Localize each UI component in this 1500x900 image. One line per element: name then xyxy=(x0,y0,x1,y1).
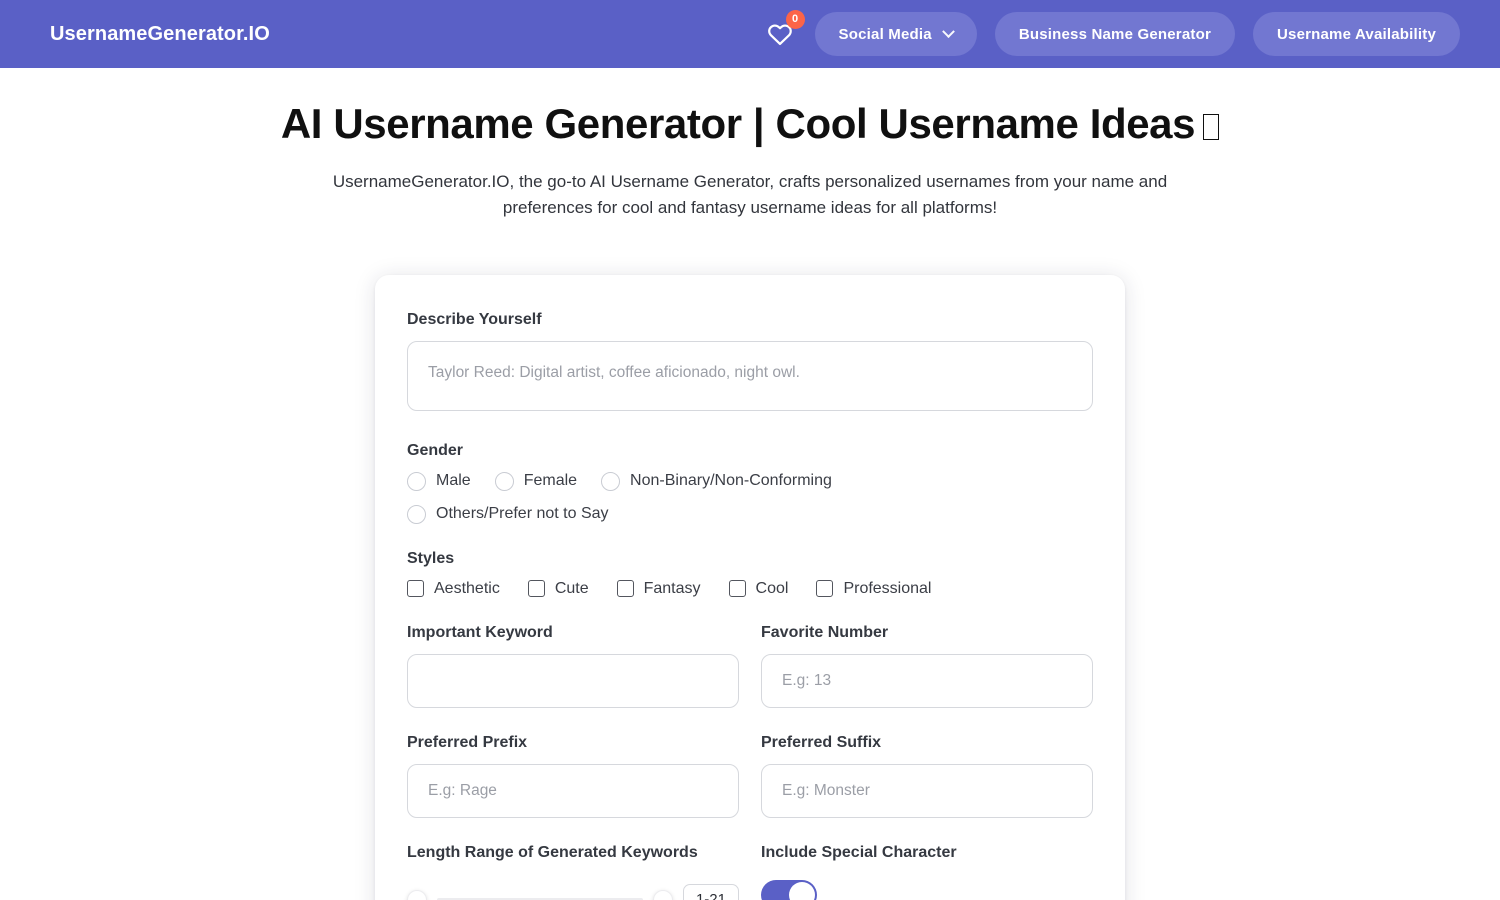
length-range-slider[interactable]: 1-21 xyxy=(407,880,739,900)
style-option-aesthetic-label: Aesthetic xyxy=(434,579,500,597)
important-keyword-group: Important Keyword xyxy=(407,624,739,708)
gender-option-female-label: Female xyxy=(523,472,578,490)
favorite-number-input[interactable] xyxy=(761,653,1093,708)
preferred-prefix-label: Preferred Prefix xyxy=(407,733,528,751)
page-title-text: AI Username Generator | Cool Username Id… xyxy=(280,100,1196,147)
style-option-cool[interactable]: Cool xyxy=(728,579,789,598)
username-generator-form: Describe Yourself Gender Male Female Non… xyxy=(375,274,1125,900)
preferred-suffix-group: Preferred Suffix xyxy=(761,734,1093,818)
style-option-aesthetic[interactable]: Aesthetic xyxy=(407,580,500,598)
radio-icon xyxy=(601,471,621,491)
style-option-cool-label: Cool xyxy=(755,579,789,597)
checkbox-icon xyxy=(616,580,634,598)
length-range-group: Length Range of Generated Keywords 1-21 xyxy=(407,844,739,900)
favorite-number-group: Favorite Number xyxy=(761,624,1093,708)
prefix-suffix-row: Preferred Prefix Preferred Suffix xyxy=(407,734,1093,818)
style-option-cute-label: Cute xyxy=(554,579,589,597)
slider-handle-max[interactable] xyxy=(652,889,673,900)
nav-username-availability-button[interactable]: Username Availability xyxy=(1253,12,1460,56)
radio-icon xyxy=(494,471,514,491)
styles-group: Styles Aesthetic Cute Fantasy Cool Profe… xyxy=(407,550,1093,598)
styles-label: Styles xyxy=(407,549,455,567)
important-keyword-label: Important Keyword xyxy=(407,623,553,641)
favorites-button[interactable]: 0 xyxy=(763,10,805,51)
checkbox-icon xyxy=(407,580,424,598)
navbar-actions: 0 Social Media Business Name Generator U… xyxy=(763,10,1460,56)
gender-option-male[interactable]: Male xyxy=(407,471,471,491)
special-character-label: Include Special Character xyxy=(761,843,957,861)
describe-yourself-input[interactable] xyxy=(407,340,1093,411)
style-option-professional[interactable]: Professional xyxy=(816,580,931,598)
checkbox-icon xyxy=(816,580,834,598)
special-character-toggle[interactable] xyxy=(761,879,817,900)
favorite-number-label: Favorite Number xyxy=(761,623,889,641)
nav-business-name-generator-label: Business Name Generator xyxy=(1018,25,1211,43)
form-card-wrapper: Describe Yourself Gender Male Female Non… xyxy=(0,274,1500,900)
style-option-cute[interactable]: Cute xyxy=(527,579,589,598)
describe-yourself-label: Describe Yourself xyxy=(407,310,542,328)
hero-section: AI Username Generator | Cool Username Id… xyxy=(0,68,1500,221)
nav-business-name-generator-button[interactable]: Business Name Generator xyxy=(994,12,1235,56)
top-navbar: UsernameGenerator.IO 0 Social Media Busi… xyxy=(0,0,1500,68)
checkbox-icon xyxy=(527,580,545,598)
nav-username-availability-label: Username Availability xyxy=(1277,25,1436,43)
gender-option-non-binary[interactable]: Non-Binary/Non-Conforming xyxy=(601,471,832,491)
length-range-label: Length Range of Generated Keywords xyxy=(407,843,698,861)
keyword-number-row: Important Keyword Favorite Number xyxy=(407,624,1093,708)
length-range-value: 1-21 xyxy=(682,884,739,900)
styles-options-row: Aesthetic Cute Fantasy Cool Professional xyxy=(407,580,1093,598)
special-character-group: Include Special Character xyxy=(761,844,1093,900)
gender-option-others-label: Others/Prefer not to Say xyxy=(436,505,609,523)
radio-icon xyxy=(407,471,426,491)
brand-logo[interactable]: UsernameGenerator.IO xyxy=(50,23,270,46)
gender-options-row-1: Male Female Non-Binary/Non-Conforming xyxy=(407,471,1093,491)
style-option-fantasy[interactable]: Fantasy xyxy=(616,579,701,598)
gender-option-female[interactable]: Female xyxy=(494,471,578,491)
length-special-row: Length Range of Generated Keywords 1-21 … xyxy=(407,844,1093,900)
preferred-prefix-group: Preferred Prefix xyxy=(407,734,739,818)
nav-social-media-label: Social Media xyxy=(838,25,932,43)
nav-social-media-dropdown[interactable]: Social Media xyxy=(814,12,977,56)
chevron-down-icon xyxy=(941,24,955,38)
checkbox-icon xyxy=(728,580,746,598)
preferred-suffix-label: Preferred Suffix xyxy=(761,733,882,751)
radio-icon xyxy=(407,504,426,524)
preferred-prefix-input[interactable] xyxy=(407,763,739,818)
preferred-suffix-input[interactable] xyxy=(761,763,1093,818)
gender-option-non-binary-label: Non-Binary/Non-Conforming xyxy=(630,472,832,490)
gender-group: Gender Male Female Non-Binary/Non-Confor… xyxy=(407,442,1093,524)
favorites-count-badge: 0 xyxy=(785,10,805,29)
page-title: AI Username Generator | Cool Username Id… xyxy=(0,100,1500,147)
page-subtitle: UsernameGenerator.IO, the go-to AI Usern… xyxy=(332,172,1168,217)
slider-handle-min[interactable] xyxy=(407,889,427,900)
style-option-fantasy-label: Fantasy xyxy=(643,579,701,597)
gender-option-others[interactable]: Others/Prefer not to Say xyxy=(407,504,609,524)
missing-glyph-icon xyxy=(1203,114,1220,140)
gender-options-row-2: Others/Prefer not to Say xyxy=(407,504,1093,524)
describe-yourself-group: Describe Yourself xyxy=(407,311,1093,416)
gender-option-male-label: Male xyxy=(436,472,471,490)
important-keyword-input[interactable] xyxy=(407,653,739,708)
style-option-professional-label: Professional xyxy=(843,579,932,597)
gender-label: Gender xyxy=(407,441,464,459)
